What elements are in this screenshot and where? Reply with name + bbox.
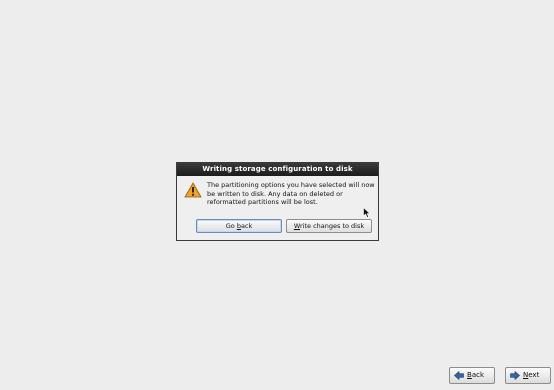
dialog-body: The partitioning options you have select…	[177, 176, 378, 240]
go-back-button[interactable]: Go back	[196, 219, 282, 233]
dialog-title: Writing storage configuration to disk	[177, 163, 378, 176]
go-back-label-post: ack	[240, 222, 253, 230]
write-label-post: rite changes to disk	[300, 222, 365, 230]
go-back-label-pre: Go	[225, 222, 237, 230]
back-arrow-icon	[454, 371, 464, 380]
warning-icon	[184, 182, 202, 198]
next-arrow-icon	[510, 371, 520, 380]
write-changes-button[interactable]: Write changes to disk	[286, 219, 372, 233]
next-button[interactable]: Next	[505, 367, 551, 384]
next-label: Next	[523, 368, 539, 383]
next-label-post: ext	[528, 371, 540, 379]
back-label-post: ack	[471, 371, 485, 379]
back-button[interactable]: Back	[449, 367, 495, 384]
confirmation-dialog: Writing storage configuration to disk Th…	[176, 162, 379, 241]
dialog-message: The partitioning options you have select…	[207, 181, 375, 206]
back-label: Back	[467, 368, 484, 383]
mouse-pointer-icon	[363, 207, 371, 218]
